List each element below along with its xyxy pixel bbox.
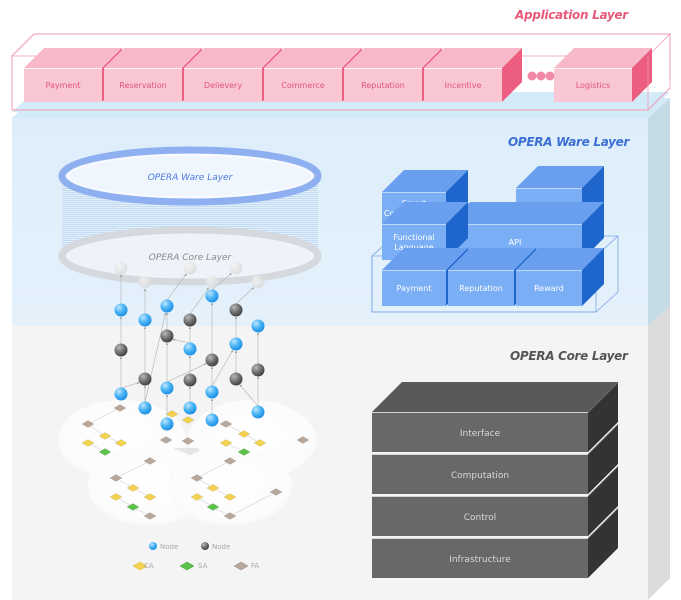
app-module-label: Reputation (361, 81, 405, 90)
blue-node (205, 385, 219, 399)
faded-node (229, 261, 243, 275)
gray-node (183, 373, 197, 387)
core-layer-title: OPERA Core Layer (510, 349, 628, 363)
faded-node (114, 261, 128, 275)
gray-node (229, 303, 243, 317)
blue-node (160, 299, 174, 313)
gray-node (183, 313, 197, 327)
blue-node (114, 387, 128, 401)
blue-node (183, 342, 197, 356)
ware-layer-title: OPERA Ware Layer (508, 135, 630, 149)
faded-node (183, 261, 197, 275)
legend-gray-node-label: Node (212, 543, 230, 551)
blue-node (138, 313, 152, 327)
legend-blue-node-icon (149, 542, 157, 550)
app-module-label: Reservation (119, 81, 166, 90)
app-module-logistics[interactable]: Logistics (554, 48, 652, 102)
blue-node (251, 405, 265, 419)
legend-ca-label: CA (144, 562, 154, 570)
core-stack-label: Computation (451, 471, 509, 481)
blue-node (205, 413, 219, 427)
legend-sa-label: SA (198, 562, 208, 570)
blue-node (183, 401, 197, 415)
api-block-label: API (509, 238, 522, 247)
gray-node (229, 372, 243, 386)
core-layer-stack: Interface Computation Control Infrastructur… (372, 382, 619, 578)
more-modules-ellipsis (527, 71, 555, 81)
core-stack-label: Infrastructure (449, 555, 511, 565)
app-module-incentive[interactable]: Incentive (424, 48, 522, 102)
cylinder-bottom-label: OPERA Core Layer (149, 253, 233, 263)
gray-node (160, 329, 174, 343)
blue-node (205, 289, 219, 303)
gray-node (138, 372, 152, 386)
app-module-label: Delievery (204, 81, 242, 90)
functional-language-block-label: Functional (393, 233, 434, 242)
opera-architecture-diagram: Payment Reservation Delievery Commerce Reput… (11, 33, 671, 600)
blue-node (160, 417, 174, 431)
core-stack-label: Interface (460, 429, 501, 439)
gray-node (205, 353, 219, 367)
cylinder-top-label: OPERA Ware Layer (148, 173, 234, 183)
blue-node (114, 303, 128, 317)
gray-node (251, 363, 265, 377)
app-module-label: Incentive (445, 81, 482, 90)
blue-node (229, 337, 243, 351)
application-layer-title: Application Layer (515, 8, 628, 22)
gray-node (114, 343, 128, 357)
faded-node (251, 275, 265, 289)
faded-node (205, 275, 219, 289)
legend-fa-label: FA (251, 562, 259, 570)
legend-blue-node-label: Node (160, 543, 178, 551)
blue-node (160, 381, 174, 395)
core-stack-label: Control (464, 513, 497, 523)
app-module-label: Logistics (576, 81, 611, 90)
app-module-label: Commerce (281, 81, 325, 90)
app-module-label: Payment (45, 81, 80, 90)
ware-reputation-block-label: Reputation (459, 284, 503, 293)
faded-node (138, 275, 152, 289)
reward-block-label: Reward (534, 284, 564, 293)
ware-payment-block-label: Payment (396, 284, 431, 293)
blue-node (251, 319, 265, 333)
blue-node (138, 401, 152, 415)
legend-gray-node-icon (201, 542, 209, 550)
